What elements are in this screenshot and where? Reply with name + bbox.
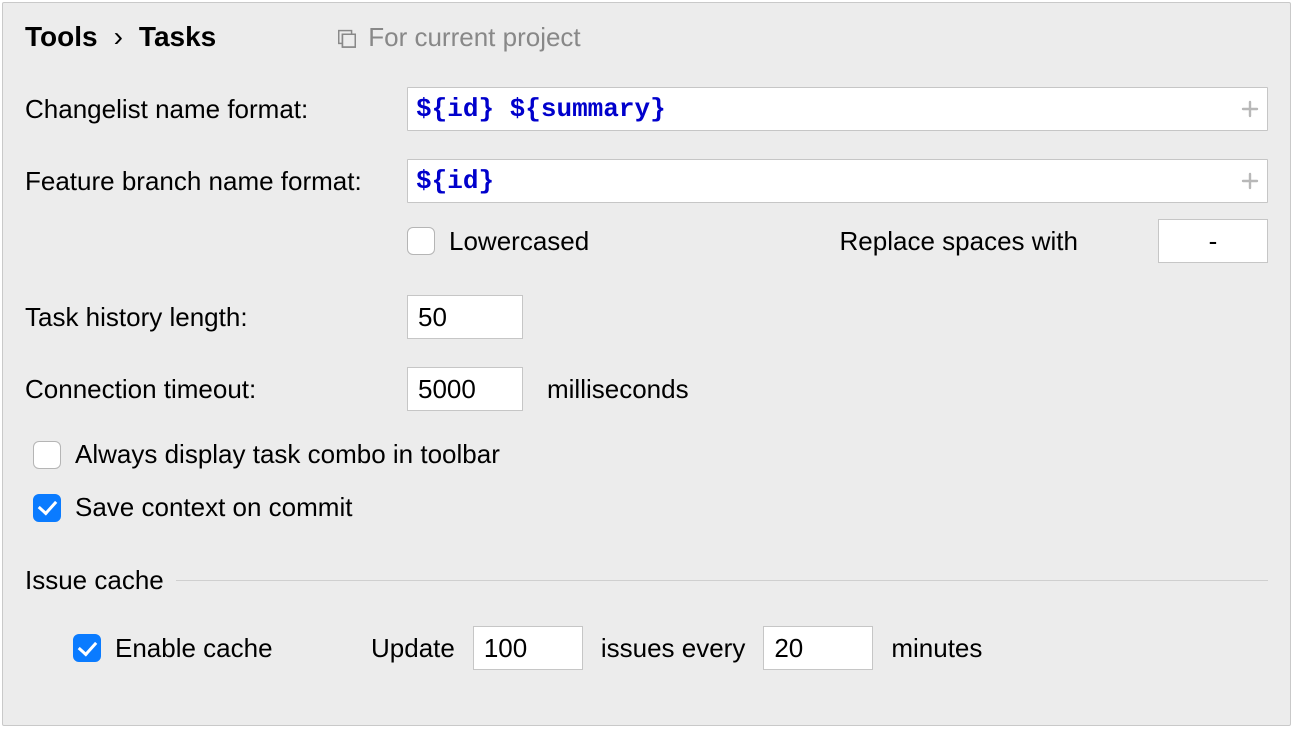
replace-spaces-label: Replace spaces with (840, 226, 1078, 257)
connection-timeout-input[interactable] (407, 367, 523, 411)
task-history-input[interactable] (407, 295, 523, 339)
lowercased-checkbox[interactable] (407, 227, 435, 255)
add-variable-icon[interactable] (1240, 99, 1260, 119)
breadcrumb-current: Tasks (139, 21, 216, 53)
issue-cache-title: Issue cache (25, 565, 176, 596)
branch-format-input[interactable]: ${id} (407, 159, 1268, 203)
cache-unit-label: minutes (891, 633, 982, 664)
separator-line (176, 580, 1268, 581)
tasks-settings-panel: Tools › Tasks For current project Change… (2, 2, 1291, 726)
timeout-unit: milliseconds (547, 374, 689, 405)
task-history-label: Task history length: (25, 302, 407, 333)
branch-format-label: Feature branch name format: (25, 166, 407, 197)
scope-label: For current project (368, 22, 580, 53)
always-display-task-combo-checkbox[interactable] (33, 441, 61, 469)
issue-cache-group-header: Issue cache (25, 565, 1268, 596)
scope-indicator: For current project (336, 22, 580, 53)
changelist-format-label: Changelist name format: (25, 94, 407, 125)
cache-count-input[interactable] (473, 626, 583, 670)
always-display-task-combo-label: Always display task combo in toolbar (75, 439, 500, 470)
breadcrumb: Tools › Tasks For current project (25, 21, 1268, 53)
breadcrumb-parent[interactable]: Tools (25, 21, 98, 53)
replace-spaces-input[interactable] (1158, 219, 1268, 263)
chevron-right-icon: › (112, 21, 125, 53)
lowercased-label: Lowercased (449, 226, 589, 257)
connection-timeout-label: Connection timeout: (25, 374, 407, 405)
changelist-format-input[interactable]: ${id} ${summary} (407, 87, 1268, 131)
cache-mid-label: issues every (601, 633, 746, 664)
enable-cache-checkbox[interactable] (73, 634, 101, 662)
cache-interval-input[interactable] (763, 626, 873, 670)
project-scope-icon (336, 26, 358, 48)
save-context-label: Save context on commit (75, 492, 352, 523)
add-variable-icon[interactable] (1240, 171, 1260, 191)
cache-update-prefix: Update (371, 633, 455, 664)
enable-cache-label: Enable cache (115, 633, 273, 664)
save-context-checkbox[interactable] (33, 494, 61, 522)
